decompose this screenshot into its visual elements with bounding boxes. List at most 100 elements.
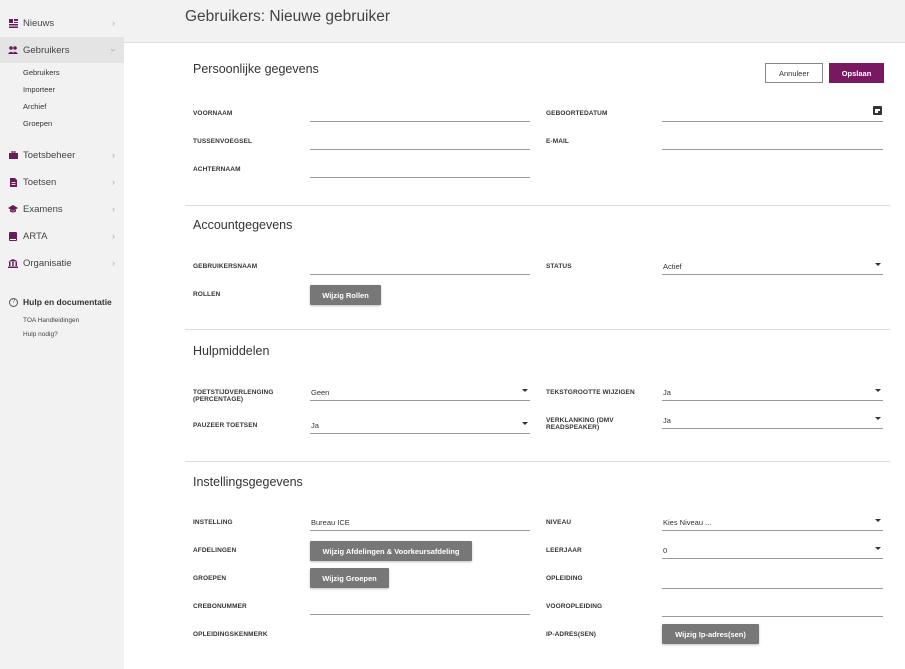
label-tussenvoegsel: TUSSENVOEGSEL xyxy=(193,138,253,145)
label-geboortedatum: GEBOORTEDATUM xyxy=(546,110,608,117)
sub-item-importeer[interactable]: Importeer xyxy=(23,85,55,94)
label-leerjaar: LEERJAAR xyxy=(546,547,582,554)
label-groepen: GROEPEN xyxy=(193,575,227,582)
instelling-field[interactable]: Bureau ICE xyxy=(310,515,530,531)
section-title-aids: Hulpmiddelen xyxy=(193,344,270,358)
chevron-right-icon: › xyxy=(112,18,115,28)
label-gebruikersnaam: GEBRUIKERSNAAM xyxy=(193,263,258,270)
document-icon xyxy=(8,177,18,187)
caret-down-icon xyxy=(522,422,528,425)
label-toetstijdverlenging: TOETSTIJDVERLENGING (PERCENTAGE) xyxy=(193,389,274,403)
label-line: (PERCENTAGE) xyxy=(193,396,244,403)
help-link-hulp-nodig[interactable]: Hulp nodig? xyxy=(23,331,58,338)
label-ip-adressen: IP-ADRES(SEN) xyxy=(546,631,597,638)
field-value: Actief xyxy=(663,262,682,271)
nav-label: Nieuws xyxy=(23,17,55,29)
nav-label: Gebruikers xyxy=(23,44,70,56)
nav-label: Organisatie xyxy=(23,257,72,269)
field-value: Ja xyxy=(311,421,319,430)
calendar-icon[interactable] xyxy=(873,106,882,115)
tussenvoegsel-field[interactable] xyxy=(310,134,530,150)
caret-down-icon xyxy=(875,417,881,420)
label-voornaam: VOORNAAM xyxy=(193,110,233,117)
sub-item-gebruikers[interactable]: Gebruikers xyxy=(23,68,60,77)
cancel-button[interactable]: Annuleer xyxy=(765,63,823,83)
label-afdelingen: AFDELINGEN xyxy=(193,547,237,554)
change-ip-addresses-button[interactable]: Wijzig Ip-adres(sen) xyxy=(662,624,759,644)
nav-item-organisatie[interactable]: Organisatie › xyxy=(0,250,124,276)
gebruikersnaam-field[interactable] xyxy=(310,259,530,275)
change-groups-button[interactable]: Wijzig Groepen xyxy=(310,568,389,588)
caret-down-icon xyxy=(875,519,881,522)
change-departments-button[interactable]: Wijzig Afdelingen & Voorkeursafdeling xyxy=(310,541,472,561)
tekstgrootte-select[interactable]: Ja xyxy=(662,385,883,401)
nav-item-examens[interactable]: Examens › xyxy=(0,196,124,222)
briefcase-icon xyxy=(8,150,18,160)
section-title-account: Accountgegevens xyxy=(193,218,293,232)
achternaam-field[interactable] xyxy=(310,162,530,178)
section-title-personal: Persoonlijke gegevens xyxy=(193,62,319,76)
opleiding-field[interactable] xyxy=(662,573,883,589)
status-select[interactable]: Actief xyxy=(662,259,883,275)
section-title-institution: Instellingsgegevens xyxy=(193,475,303,489)
sidebar: Nieuws › Gebruikers › Gebruikers Importe… xyxy=(0,0,124,669)
label-vooropleiding: VOOROPLEIDING xyxy=(546,603,603,610)
email-field[interactable] xyxy=(662,134,883,150)
divider xyxy=(185,205,890,206)
nav-label: ARTA xyxy=(23,230,48,242)
help-title: Hulp en documentatie xyxy=(23,297,112,307)
voornaam-field[interactable] xyxy=(310,106,530,122)
nav-label: Examens xyxy=(23,203,63,215)
field-value: 0 xyxy=(663,546,668,555)
divider xyxy=(185,461,890,462)
label-achternaam: ACHTERNAAM xyxy=(193,166,241,173)
label-pauzeer-toetsen: PAUZEER TOETSEN xyxy=(193,422,258,429)
label-verklanking: VERKLANKING (DMV READSPEAKER) xyxy=(546,417,614,431)
change-roles-button[interactable]: Wijzig Rollen xyxy=(310,285,381,305)
vooropleiding-field[interactable] xyxy=(662,601,883,617)
chevron-right-icon: › xyxy=(112,231,115,241)
sub-item-groepen[interactable]: Groepen xyxy=(23,119,52,128)
leerjaar-select[interactable]: 0 xyxy=(662,543,883,559)
label-niveau: NIVEAU xyxy=(546,519,572,526)
label-opleidingskenmerk: OPLEIDINGSKENMERK xyxy=(193,631,268,638)
crebonummer-field[interactable] xyxy=(310,599,530,615)
toetstijdverlenging-select[interactable]: Geen xyxy=(310,385,530,401)
label-line: TOETSTIJDVERLENGING xyxy=(193,389,274,396)
field-value: Bureau ICE xyxy=(311,518,350,527)
label-status: STATUS xyxy=(546,263,572,270)
graduation-cap-icon xyxy=(8,204,18,214)
institution-icon xyxy=(8,258,18,268)
label-email: E-MAIL xyxy=(546,138,569,145)
help-link-handleidingen[interactable]: TOA Handleidingen xyxy=(23,317,79,324)
save-button[interactable]: Opslaan xyxy=(829,63,884,83)
question-circle-icon: ? xyxy=(9,298,18,307)
pauzeer-toetsen-select[interactable]: Ja xyxy=(310,418,530,434)
niveau-select[interactable]: Kies Niveau ... xyxy=(662,515,883,531)
label-instelling: INSTELLING xyxy=(193,519,233,526)
nav-item-toetsbeheer[interactable]: Toetsbeheer › xyxy=(0,142,124,168)
chevron-right-icon: › xyxy=(112,258,115,268)
label-line: VERKLANKING (DMV xyxy=(546,417,614,424)
nav-item-nieuws[interactable]: Nieuws › xyxy=(0,10,124,36)
divider xyxy=(185,329,890,330)
nav-item-toetsen[interactable]: Toetsen › xyxy=(0,169,124,195)
page-header: Gebruikers: Nieuwe gebruiker xyxy=(124,0,905,43)
label-rollen: ROLLEN xyxy=(193,291,221,298)
nav-item-gebruikers[interactable]: Gebruikers › xyxy=(0,37,124,63)
sub-item-archief[interactable]: Archief xyxy=(23,102,46,111)
book-icon xyxy=(8,231,18,241)
page-title: Gebruikers: Nieuwe gebruiker xyxy=(185,8,391,25)
caret-down-icon xyxy=(875,389,881,392)
geboortedatum-field[interactable] xyxy=(662,106,883,122)
label-crebonummer: CREBONUMMER xyxy=(193,603,247,610)
nav-label: Toetsen xyxy=(23,176,57,188)
verklanking-select[interactable]: Ja xyxy=(662,413,883,429)
chevron-right-icon: › xyxy=(112,150,115,160)
label-line: READSPEAKER) xyxy=(546,424,600,431)
chevron-right-icon: › xyxy=(112,177,115,187)
nav-item-arta[interactable]: ARTA › xyxy=(0,223,124,249)
chevron-right-icon: › xyxy=(112,204,115,214)
users-icon xyxy=(8,45,18,55)
caret-down-icon xyxy=(875,263,881,266)
